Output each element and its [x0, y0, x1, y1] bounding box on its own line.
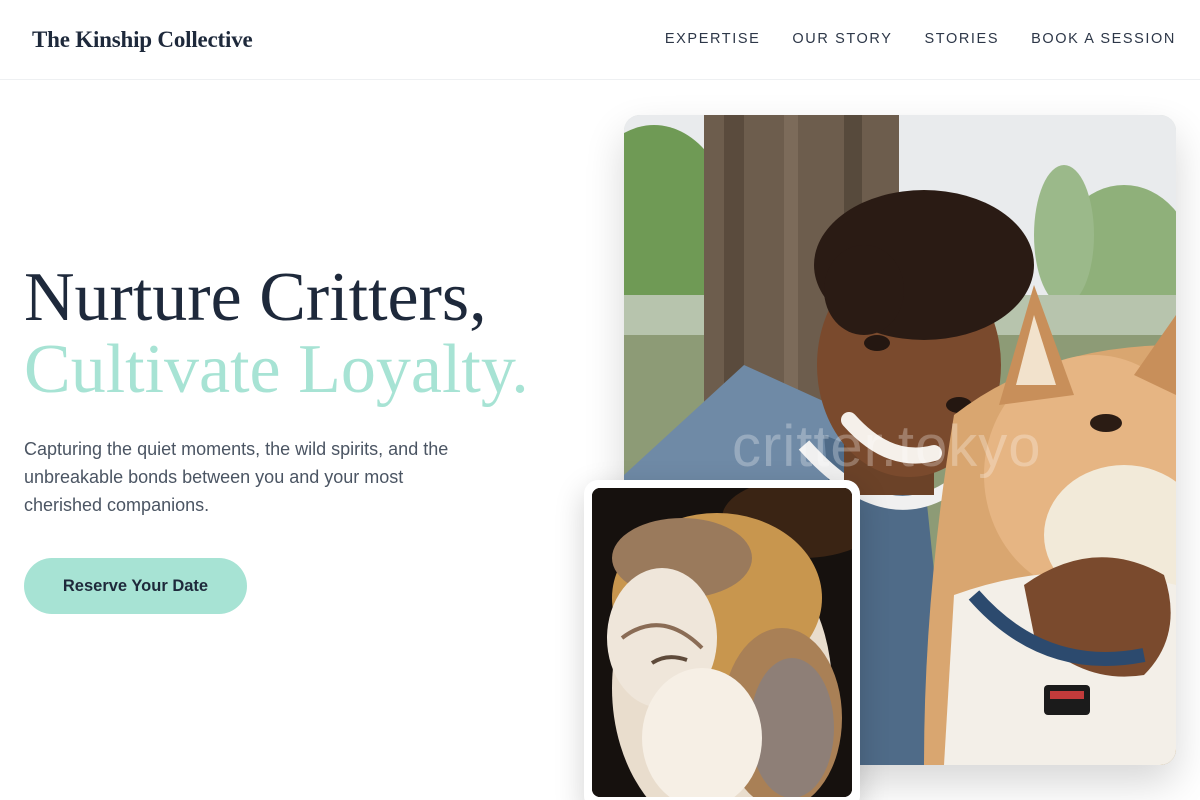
nav-book-a-session[interactable]: BOOK A SESSION — [1031, 31, 1176, 47]
hero-title-line2: Cultivate Loyalty. — [24, 331, 529, 408]
hero-title: Nurture Critters, Cultivate Loyalty. — [24, 262, 529, 406]
top-navigation-bar: The Kinship Collective EXPERTISE OUR STO… — [0, 0, 1200, 80]
main-nav: EXPERTISE OUR STORY STORIES BOOK A SESSI… — [665, 31, 1176, 47]
nav-our-story[interactable]: OUR STORY — [792, 31, 892, 47]
photo-watermark: critter.tokyo — [732, 414, 1042, 479]
brand-logo[interactable]: The Kinship Collective — [32, 27, 253, 53]
owl-illustration — [592, 488, 852, 797]
reserve-date-button[interactable]: Reserve Your Date — [24, 558, 247, 614]
nav-expertise[interactable]: EXPERTISE — [665, 31, 761, 47]
inset-photo-frame — [584, 480, 860, 800]
inset-photo-owl — [592, 488, 852, 797]
hero-subtitle: Capturing the quiet moments, the wild sp… — [24, 439, 449, 515]
nav-stories[interactable]: STORIES — [925, 31, 1000, 47]
hero-title-line1: Nurture Critters, — [24, 259, 487, 336]
